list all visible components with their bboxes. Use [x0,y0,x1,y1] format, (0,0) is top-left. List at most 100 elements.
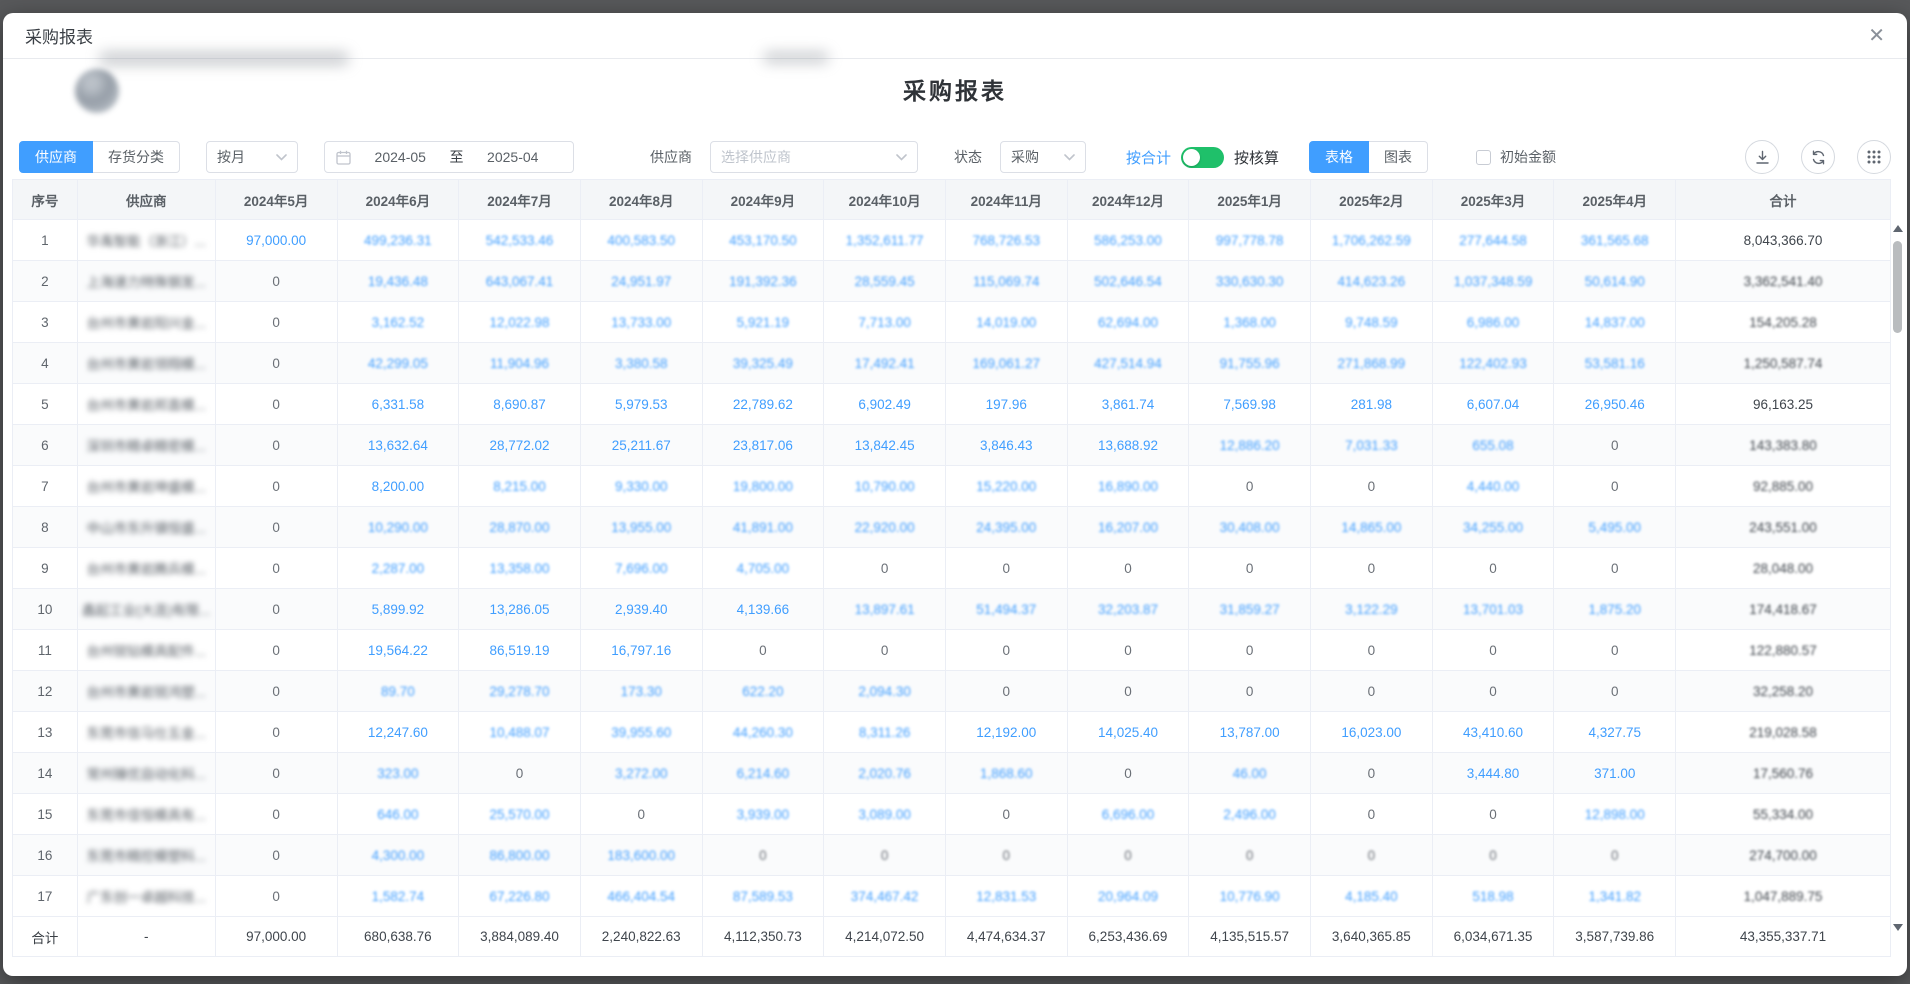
month-value-cell[interactable]: 622.20 [702,671,824,712]
month-value-cell[interactable]: 466,404.54 [580,876,702,917]
month-value-cell[interactable]: 643,067.41 [459,261,581,302]
supplier-select[interactable]: 选择供应商 [710,141,918,173]
month-value-cell[interactable]: 28,559.45 [824,261,946,302]
month-value-cell[interactable]: 12,192.00 [945,712,1067,753]
month-value-cell[interactable]: 1,037,348.59 [1432,261,1554,302]
month-value-cell[interactable]: 3,272.00 [580,753,702,794]
scroll-down-icon[interactable] [1893,924,1903,931]
month-value-cell[interactable]: 19,564.22 [337,630,459,671]
month-value-cell[interactable]: 89.70 [337,671,459,712]
month-value-cell[interactable]: 323.00 [337,753,459,794]
checkbox-box[interactable] [1476,150,1491,165]
month-value-cell[interactable]: 8,200.00 [337,466,459,507]
month-value-cell[interactable]: 13,955.00 [580,507,702,548]
period-select[interactable]: 按月 [206,141,298,173]
month-value-cell[interactable]: 453,170.50 [702,220,824,261]
month-value-cell[interactable]: 41,891.00 [702,507,824,548]
month-value-cell[interactable]: 13,688.92 [1067,425,1189,466]
month-value-cell[interactable]: 122,402.93 [1432,343,1554,384]
month-value-cell[interactable]: 12,886.20 [1189,425,1311,466]
scroll-up-icon[interactable] [1893,225,1903,232]
month-value-cell[interactable]: 26,950.46 [1554,384,1676,425]
month-value-cell[interactable]: 7,713.00 [824,302,946,343]
month-value-cell[interactable]: 19,436.48 [337,261,459,302]
scrollbar-thumb[interactable] [1893,241,1902,333]
month-value-cell[interactable]: 3,861.74 [1067,384,1189,425]
month-value-cell[interactable]: 46.00 [1189,753,1311,794]
month-value-cell[interactable]: 169,061.27 [945,343,1067,384]
month-value-cell[interactable]: 655.08 [1432,425,1554,466]
month-value-cell[interactable]: 29,278.70 [459,671,581,712]
month-value-cell[interactable]: 3,380.58 [580,343,702,384]
month-value-cell[interactable]: 42,299.05 [337,343,459,384]
month-value-cell[interactable]: 197.96 [945,384,1067,425]
month-value-cell[interactable]: 12,247.60 [337,712,459,753]
month-value-cell[interactable]: 542,533.46 [459,220,581,261]
close-icon[interactable]: ✕ [1868,26,1885,46]
month-value-cell[interactable]: 3,846.43 [945,425,1067,466]
month-value-cell[interactable]: 97,000.00 [215,220,337,261]
month-value-cell[interactable]: 10,790.00 [824,466,946,507]
month-value-cell[interactable]: 14,837.00 [1554,302,1676,343]
month-value-cell[interactable]: 271,868.99 [1311,343,1433,384]
aggregate-toggle[interactable] [1181,147,1224,168]
month-value-cell[interactable]: 4,139.66 [702,589,824,630]
month-value-cell[interactable]: 371.00 [1554,753,1676,794]
month-value-cell[interactable]: 13,286.05 [459,589,581,630]
month-value-cell[interactable]: 39,325.49 [702,343,824,384]
month-value-cell[interactable]: 1,875.20 [1554,589,1676,630]
date-range-picker[interactable]: 2024-05 至 2025-04 [324,141,574,173]
month-value-cell[interactable]: 12,898.00 [1554,794,1676,835]
month-value-cell[interactable]: 6,986.00 [1432,302,1554,343]
month-value-cell[interactable]: 6,607.04 [1432,384,1554,425]
month-value-cell[interactable]: 9,330.00 [580,466,702,507]
month-value-cell[interactable]: 13,897.61 [824,589,946,630]
month-value-cell[interactable]: 10,776.90 [1189,876,1311,917]
month-value-cell[interactable]: 53,581.16 [1554,343,1676,384]
month-value-cell[interactable]: 15,220.00 [945,466,1067,507]
month-value-cell[interactable]: 7,696.00 [580,548,702,589]
month-value-cell[interactable]: 44,260.30 [702,712,824,753]
month-value-cell[interactable]: 191,392.36 [702,261,824,302]
columns-grid-button[interactable] [1857,140,1891,174]
start-date[interactable]: 2024-05 [351,149,450,165]
month-value-cell[interactable]: 24,951.97 [580,261,702,302]
month-value-cell[interactable]: 22,920.00 [824,507,946,548]
month-value-cell[interactable]: 5,979.53 [580,384,702,425]
end-date[interactable]: 2025-04 [464,149,563,165]
month-value-cell[interactable]: 25,211.67 [580,425,702,466]
month-value-cell[interactable]: 12,022.98 [459,302,581,343]
month-value-cell[interactable]: 1,582.74 [337,876,459,917]
month-value-cell[interactable]: 646.00 [337,794,459,835]
month-value-cell[interactable]: 28,870.00 [459,507,581,548]
month-value-cell[interactable]: 23,817.06 [702,425,824,466]
month-value-cell[interactable]: 9,748.59 [1311,302,1433,343]
month-value-cell[interactable]: 518.98 [1432,876,1554,917]
month-value-cell[interactable]: 19,800.00 [702,466,824,507]
month-value-cell[interactable]: 586,253.00 [1067,220,1189,261]
month-value-cell[interactable]: 2,496.00 [1189,794,1311,835]
month-value-cell[interactable]: 13,842.45 [824,425,946,466]
month-value-cell[interactable]: 3,939.00 [702,794,824,835]
month-value-cell[interactable]: 20,964.09 [1067,876,1189,917]
month-value-cell[interactable]: 32,203.87 [1067,589,1189,630]
month-value-cell[interactable]: 330,630.30 [1189,261,1311,302]
month-value-cell[interactable]: 13,358.00 [459,548,581,589]
month-value-cell[interactable]: 502,646.54 [1067,261,1189,302]
month-value-cell[interactable]: 6,902.49 [824,384,946,425]
month-value-cell[interactable]: 400,583.50 [580,220,702,261]
month-value-cell[interactable]: 4,300.00 [337,835,459,876]
month-value-cell[interactable]: 22,789.62 [702,384,824,425]
month-value-cell[interactable]: 39,955.60 [580,712,702,753]
month-value-cell[interactable]: 414,623.26 [1311,261,1433,302]
status-select[interactable]: 采购 [1000,141,1086,173]
month-value-cell[interactable]: 3,444.80 [1432,753,1554,794]
month-value-cell[interactable]: 2,939.40 [580,589,702,630]
month-value-cell[interactable]: 768,726.53 [945,220,1067,261]
month-value-cell[interactable]: 12,831.53 [945,876,1067,917]
month-value-cell[interactable]: 4,327.75 [1554,712,1676,753]
month-value-cell[interactable]: 28,772.02 [459,425,581,466]
month-value-cell[interactable]: 17,492.41 [824,343,946,384]
month-value-cell[interactable]: 1,352,611.77 [824,220,946,261]
month-value-cell[interactable]: 499,236.31 [337,220,459,261]
